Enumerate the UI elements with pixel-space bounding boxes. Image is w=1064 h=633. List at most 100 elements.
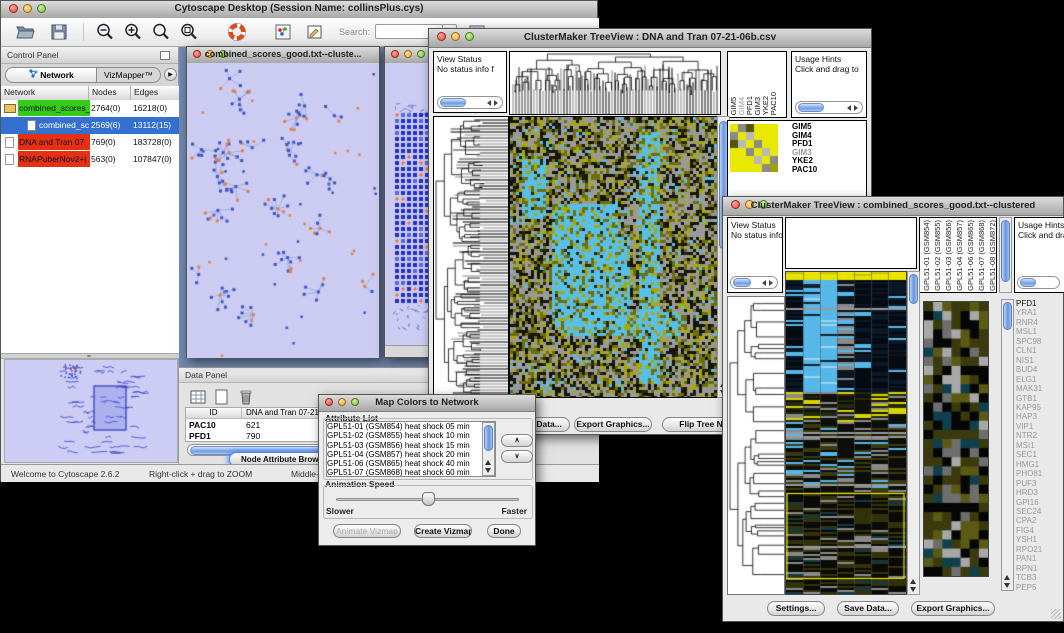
usage-hints-scrollbar[interactable]	[1017, 276, 1060, 289]
network-folder-icon	[4, 104, 16, 113]
network-list-row[interactable]: combined_scores_ 2764(0) 16218(0)	[1, 100, 179, 117]
network-canvas[interactable]	[187, 63, 379, 358]
resize-grip[interactable]	[1051, 609, 1061, 619]
label-item: RNR4	[1016, 318, 1064, 327]
column-labels-vscrollbar[interactable]	[999, 217, 1012, 293]
tab-network[interactable]: Network	[5, 67, 97, 83]
map-colors-dialog: Map Colors to Network Attribute List GPL…	[318, 394, 536, 546]
usage-hints-text: Click and drag to	[795, 64, 863, 74]
speed-slider-thumb[interactable]	[422, 492, 435, 506]
network-nodes: 2569(6)	[91, 117, 120, 133]
open-session-icon[interactable]	[15, 22, 35, 47]
view-status-scrollbar[interactable]	[437, 96, 503, 109]
main-titlebar[interactable]: Cytoscape Desktop (Session Name: collins…	[1, 1, 597, 19]
faster-label: Faster	[501, 506, 527, 516]
label-item: VIP1	[1016, 422, 1064, 431]
view-status-text: No status info f	[731, 230, 779, 240]
dialog-titlebar[interactable]: Map Colors to Network	[319, 395, 535, 412]
status-welcome: Welcome to Cytoscape 2.6.2	[11, 469, 120, 479]
column-header-network[interactable]: Network	[1, 86, 89, 100]
row-dendrogram[interactable]	[433, 116, 509, 398]
usage-hints-text: Click and drag to	[1018, 230, 1061, 240]
label-item: ELG1	[1016, 375, 1064, 384]
global-heatmap[interactable]	[509, 116, 719, 398]
zoom-heatmap[interactable]	[730, 124, 778, 172]
label-item: GPL51-04 (GSM857) heat shock 20 min	[327, 450, 495, 459]
table-row-value[interactable]: 621	[246, 420, 260, 430]
table-row-value[interactable]: 790	[246, 431, 260, 441]
float-panel-icon[interactable]	[160, 51, 170, 60]
zoom-selected-region-icon[interactable]	[179, 22, 199, 47]
network-list-row-selected[interactable]: combined_sco 2569(6) 13112(15)	[1, 117, 179, 134]
move-down-button[interactable]: ∨	[501, 450, 533, 463]
export-graphics-button[interactable]: Export Graphics...	[911, 601, 995, 616]
network-edges: 183728(0)	[133, 134, 172, 150]
treeview-title: ClusterMaker TreeView : combined_scores_…	[723, 200, 1063, 211]
zoom-heatmap[interactable]	[923, 301, 989, 577]
table-row-id[interactable]: PAC10	[189, 420, 216, 430]
create-vizmap-button[interactable]: Create Vizmap	[414, 524, 472, 538]
network-file-icon	[5, 154, 14, 165]
global-heatmap[interactable]	[785, 271, 907, 595]
help-lifering-icon[interactable]	[227, 22, 247, 47]
attribute-listbox[interactable]: GPL51-01 (GSM854) heat shock 05 minGPL51…	[326, 421, 496, 477]
move-up-button[interactable]: ∧	[501, 434, 533, 447]
gene-label-list: PFD1YRA1RNR4MSL1SPC98CLN1NIS1BUD4ELG1MAK…	[1016, 299, 1064, 593]
tab-vizmapper[interactable]: VizMapper™	[97, 67, 161, 83]
label-item: PUF3	[1016, 479, 1064, 488]
animate-vizmap-button[interactable]: Animate Vizmap	[333, 524, 401, 538]
zoom-out-icon[interactable]	[95, 22, 115, 47]
network-list-row[interactable]: RNAPuberNov2+| 563(0) 107847(0)	[1, 151, 179, 168]
label-item: FIG4	[1016, 526, 1064, 535]
network-edges: 16218(0)	[133, 100, 167, 116]
attribute-list-vscrollbar[interactable]	[482, 422, 495, 476]
gene-list-vscrollbar[interactable]	[1001, 299, 1014, 591]
save-session-icon[interactable]	[49, 22, 69, 47]
network-list-row[interactable]: DNA and Tran 07 769(0) 183728(0)	[1, 134, 179, 151]
row-dendrogram[interactable]	[727, 296, 785, 595]
view-status-text: No status info f	[437, 64, 503, 74]
network-nodes: 769(0)	[91, 134, 116, 150]
network-overview-thumbnail[interactable]	[4, 359, 178, 463]
export-graphics-button[interactable]: Export Graphics...	[574, 417, 652, 432]
label-item: GPL51-02 (GSM855) heat shock 10 min	[327, 431, 495, 440]
table-header-id[interactable]: ID	[186, 408, 242, 419]
usage-hints-scrollbar[interactable]	[795, 101, 863, 114]
network-birdseye-icon[interactable]	[273, 22, 293, 47]
view-status-scrollbar[interactable]	[730, 276, 778, 289]
view-status-panel: View Status No status info f	[433, 51, 507, 113]
treeview-titlebar[interactable]: ClusterMaker TreeView : combined_scores_…	[723, 197, 1063, 216]
zoom-button[interactable]	[417, 50, 425, 58]
annotation-icon[interactable]	[305, 22, 325, 47]
label-item: SPC98	[1016, 337, 1064, 346]
search-label: Search:	[339, 27, 370, 37]
column-header-nodes[interactable]: Nodes	[89, 86, 131, 100]
label-item: GPI16	[1016, 498, 1064, 507]
global-heatmap-vscrollbar[interactable]	[907, 271, 920, 595]
settings-button[interactable]: Settings...	[767, 601, 825, 616]
zoom-in-icon[interactable]	[123, 22, 143, 47]
network-name: combined_sco	[39, 117, 89, 133]
column-dendrogram[interactable]	[509, 51, 721, 115]
treeview-titlebar[interactable]: ClusterMaker TreeView : DNA and Tran 07-…	[429, 29, 871, 48]
minimize-button[interactable]	[404, 50, 412, 58]
column-header-edges[interactable]: Edges	[131, 86, 179, 100]
label-item: MON2	[1016, 592, 1064, 593]
close-button[interactable]	[391, 50, 399, 58]
label-item: GIM4	[792, 132, 817, 141]
label-item: BUD4	[1016, 365, 1064, 374]
zoom-fit-icon[interactable]	[151, 22, 171, 47]
view-status-title: View Status	[731, 220, 779, 230]
done-button[interactable]: Done	[487, 524, 521, 538]
view-status-panel: View Status No status info f	[727, 217, 783, 293]
table-row-id[interactable]: PFD1	[189, 431, 211, 441]
column-dendrogram-panel[interactable]	[785, 217, 917, 269]
network-view-titlebar[interactable]: combined_scores_good.txt--cluste...	[187, 47, 379, 64]
save-data-button[interactable]: Save Data...	[837, 601, 899, 616]
status-middle-hint: Middle-	[291, 469, 319, 479]
label-item: SEC24	[1016, 507, 1064, 516]
label-item: GPL51-06 (GSM865)	[965, 220, 976, 291]
label-item: CPA2	[1016, 516, 1064, 525]
label-item: MSI1	[1016, 441, 1064, 450]
tab-overflow-button[interactable]: ▶	[164, 68, 177, 81]
